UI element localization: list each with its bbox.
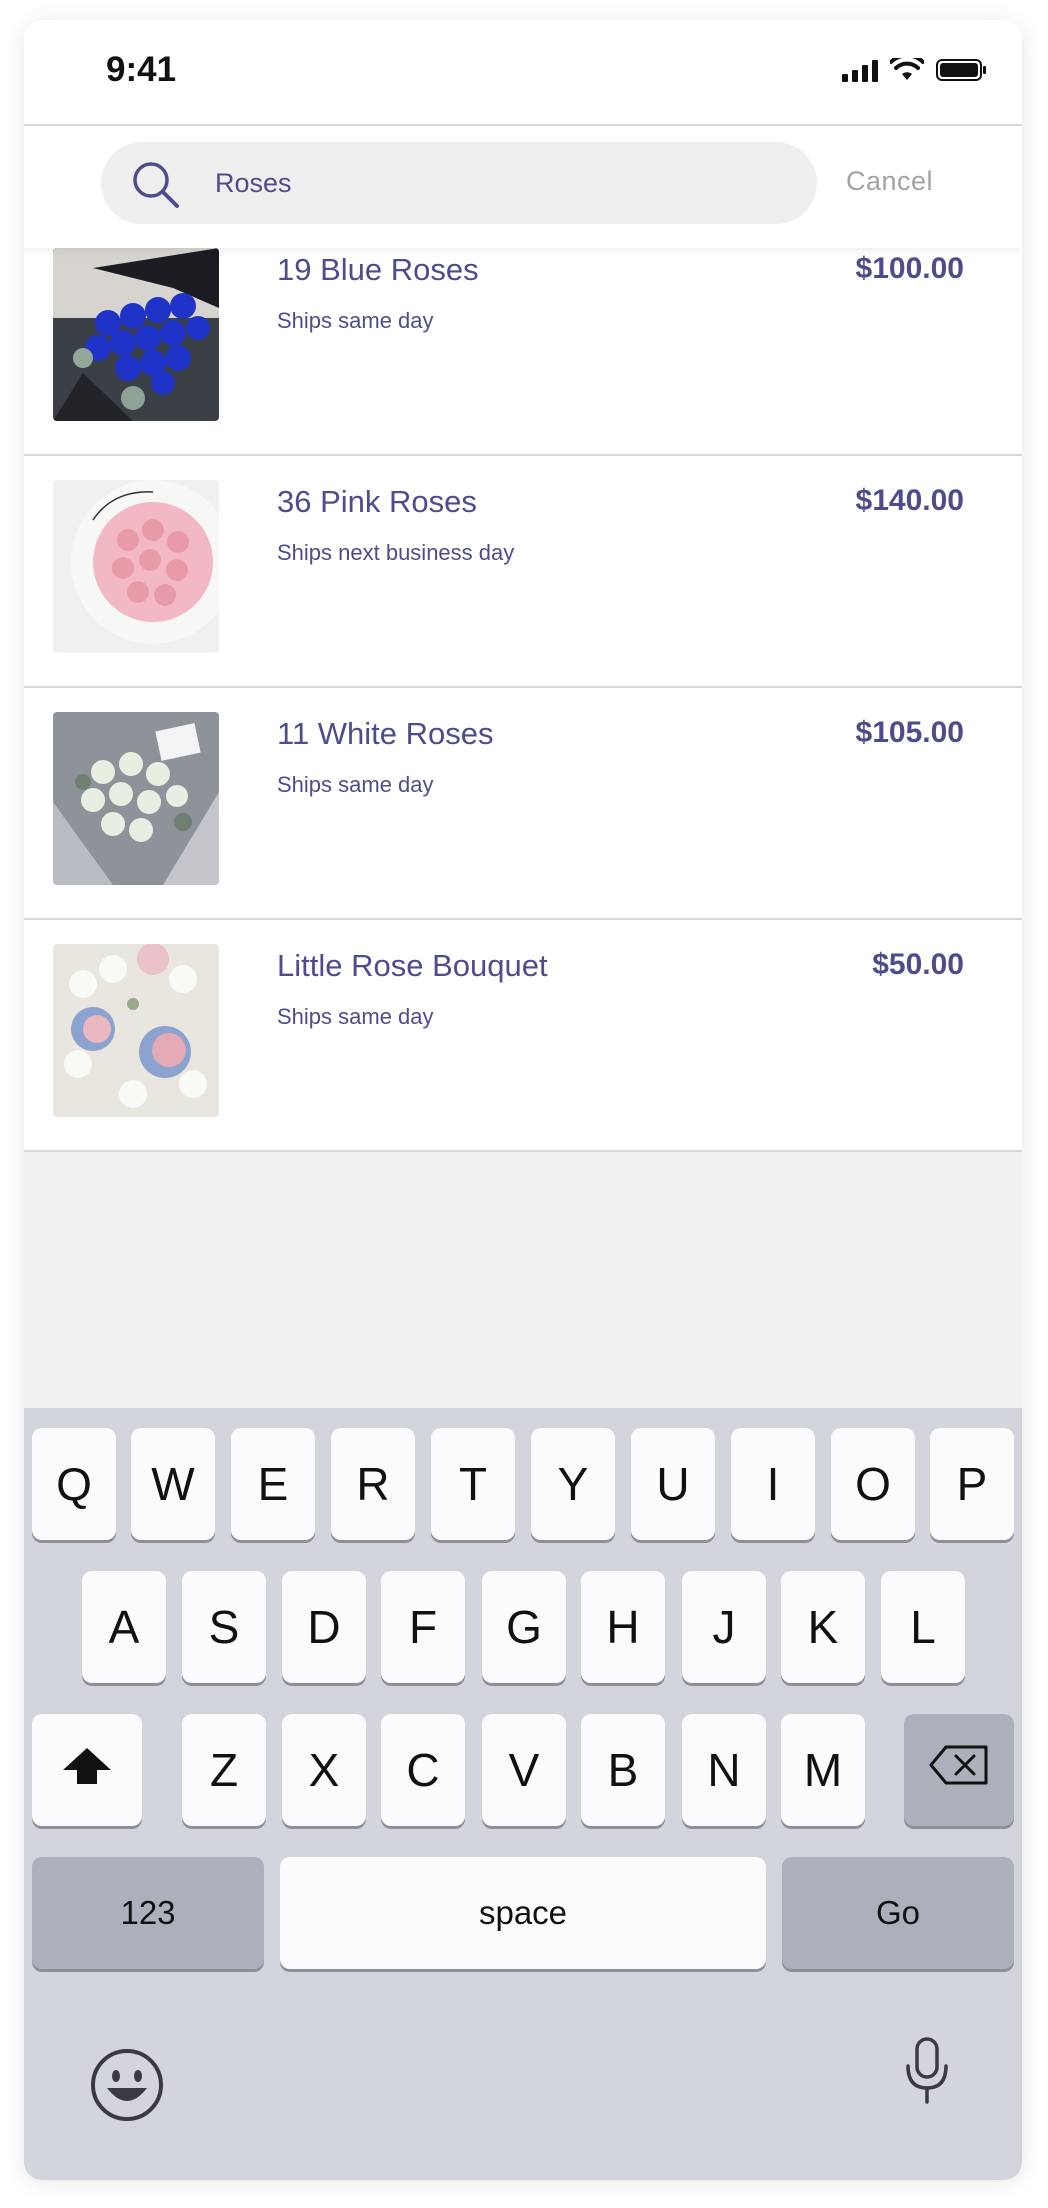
result-item[interactable]: 36 Pink Roses Ships next business day $1… (24, 456, 1022, 688)
shift-key[interactable] (32, 1714, 142, 1826)
key-c[interactable]: C (381, 1714, 465, 1826)
key-y[interactable]: Y (531, 1428, 615, 1540)
phone-screen: 9:41 Roses Cancel 19 Blue Roses Ships sa… (24, 20, 1022, 2180)
status-icons (842, 58, 988, 82)
product-image-white-roses[interactable] (53, 712, 219, 885)
delete-backspace-icon (928, 1743, 990, 1797)
search-header: Cancel (24, 124, 1022, 248)
key-q[interactable]: Q (32, 1428, 116, 1540)
key-v[interactable]: V (482, 1714, 566, 1826)
product-image-little-rose-bouquet[interactable] (53, 944, 219, 1117)
result-item[interactable]: 11 White Roses Ships same day $105.00 (24, 688, 1022, 920)
search-input[interactable] (215, 142, 775, 224)
key-o[interactable]: O (831, 1428, 915, 1540)
product-title: 19 Blue Roses (277, 252, 479, 287)
search-results-list: 19 Blue Roses Ships same day $100.00 36 … (24, 248, 1022, 1152)
key-u[interactable]: U (631, 1428, 715, 1540)
result-item[interactable]: Little Rose Bouquet Ships same day $50.0… (24, 920, 1022, 1152)
go-key[interactable]: Go (782, 1857, 1014, 1969)
key-d[interactable]: D (282, 1571, 366, 1683)
product-price: $100.00 (855, 252, 964, 285)
shift-arrow-icon (61, 1743, 113, 1797)
key-g[interactable]: G (482, 1571, 566, 1683)
key-f[interactable]: F (381, 1571, 465, 1683)
emoji-smile-icon[interactable] (90, 2048, 164, 2127)
status-time: 9:41 (106, 50, 177, 89)
key-w[interactable]: W (131, 1428, 215, 1540)
product-price: $140.00 (855, 484, 964, 517)
key-z[interactable]: Z (182, 1714, 266, 1826)
product-title: 11 White Roses (277, 716, 494, 751)
key-x[interactable]: X (282, 1714, 366, 1826)
search-icon (131, 160, 181, 215)
key-b[interactable]: B (581, 1714, 665, 1826)
key-s[interactable]: S (182, 1571, 266, 1683)
shipping-info: Ships same day (277, 1004, 434, 1029)
key-n[interactable]: N (682, 1714, 766, 1826)
result-item[interactable]: 19 Blue Roses Ships same day $100.00 (24, 248, 1022, 456)
battery-icon (936, 58, 988, 82)
product-title: 36 Pink Roses (277, 484, 477, 519)
key-r[interactable]: R (331, 1428, 415, 1540)
shipping-info: Ships same day (277, 772, 434, 797)
delete-key[interactable] (904, 1714, 1014, 1826)
cancel-button[interactable]: Cancel (846, 166, 933, 197)
microphone-icon[interactable] (902, 2036, 952, 2111)
product-image-pink-roses[interactable] (53, 480, 219, 653)
key-t[interactable]: T (431, 1428, 515, 1540)
key-l[interactable]: L (881, 1571, 965, 1683)
key-e[interactable]: E (231, 1428, 315, 1540)
key-h[interactable]: H (581, 1571, 665, 1683)
shipping-info: Ships next business day (277, 540, 515, 565)
search-bar[interactable] (101, 142, 817, 224)
numbers-key[interactable]: 123 (32, 1857, 264, 1969)
key-p[interactable]: P (930, 1428, 1014, 1540)
keyboard: Q W E R T Y U I O P A S D F G H J K L Z … (24, 1408, 1022, 2180)
space-key[interactable]: space (280, 1857, 766, 1969)
key-k[interactable]: K (781, 1571, 865, 1683)
signal-bars-icon (842, 58, 878, 82)
product-image-blue-roses[interactable] (53, 248, 219, 421)
key-a[interactable]: A (82, 1571, 166, 1683)
key-m[interactable]: M (781, 1714, 865, 1826)
product-title: Little Rose Bouquet (277, 948, 548, 983)
status-bar: 9:41 (24, 20, 1022, 124)
product-price: $50.00 (872, 948, 964, 981)
wifi-icon (890, 58, 924, 82)
product-price: $105.00 (855, 716, 964, 749)
key-i[interactable]: I (731, 1428, 815, 1540)
key-j[interactable]: J (682, 1571, 766, 1683)
shipping-info: Ships same day (277, 308, 434, 333)
